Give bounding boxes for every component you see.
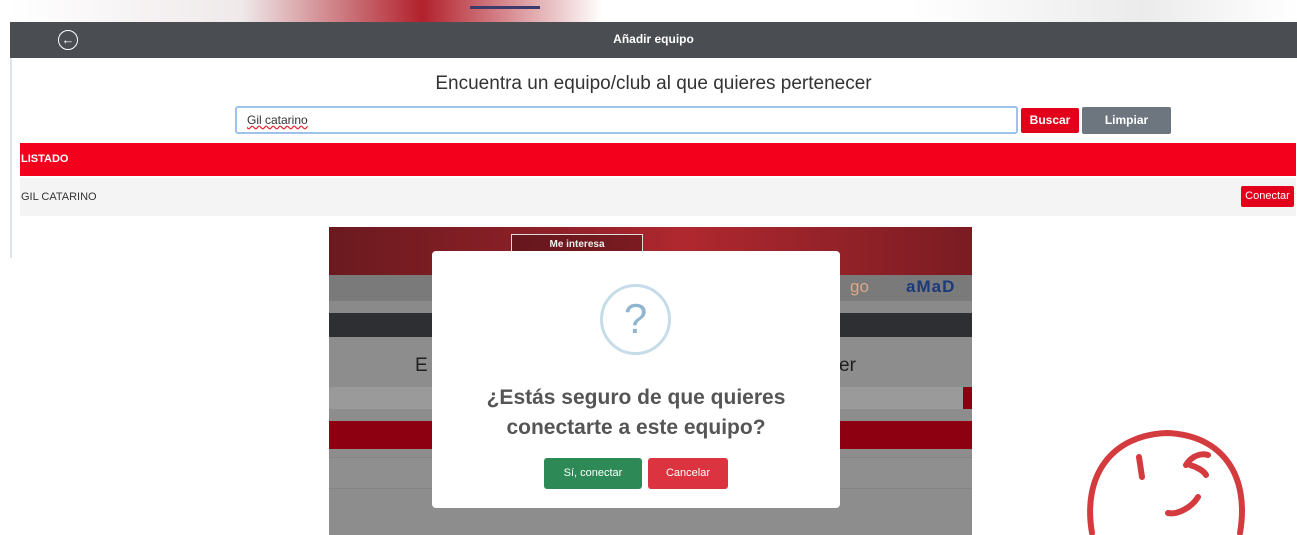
page-title: Añadir equipo xyxy=(613,32,694,46)
top-banner-image xyxy=(10,0,1297,22)
background-search-button xyxy=(963,387,972,409)
background-heading-right: er xyxy=(839,355,856,376)
list-header: LISTADO xyxy=(20,143,1296,176)
brand-logo-amadeus: aMaD xyxy=(906,277,956,296)
banner-stripe xyxy=(470,6,540,9)
search-heading: Encuentra un equipo/club al que quieres … xyxy=(435,73,872,94)
list-item: GIL CATARINO Conectar xyxy=(20,178,1296,216)
search-input-value: Gil catarino xyxy=(247,113,308,127)
top-screenshot: ← Añadir equipo Encuentra un equipo/club… xyxy=(10,0,1297,258)
clear-button[interactable]: Limpiar xyxy=(1082,107,1171,134)
question-icon: ? xyxy=(600,284,671,355)
brand-logo-partial: go xyxy=(850,277,869,296)
search-input[interactable]: Gil catarino xyxy=(235,106,1018,134)
cancel-button[interactable]: Cancelar xyxy=(648,458,728,489)
search-button[interactable]: Buscar xyxy=(1021,108,1079,133)
connect-button[interactable]: Conectar xyxy=(1241,186,1294,207)
background-heading-left: E xyxy=(415,355,428,376)
wink-face-icon xyxy=(1087,429,1245,535)
header-bar: ← Añadir equipo xyxy=(10,22,1297,58)
team-name: GIL CATARINO xyxy=(21,191,97,203)
confirm-button[interactable]: Sí, conectar xyxy=(544,458,642,489)
dialog-title: ¿Estás seguro de que quieres conectarte … xyxy=(486,386,786,439)
